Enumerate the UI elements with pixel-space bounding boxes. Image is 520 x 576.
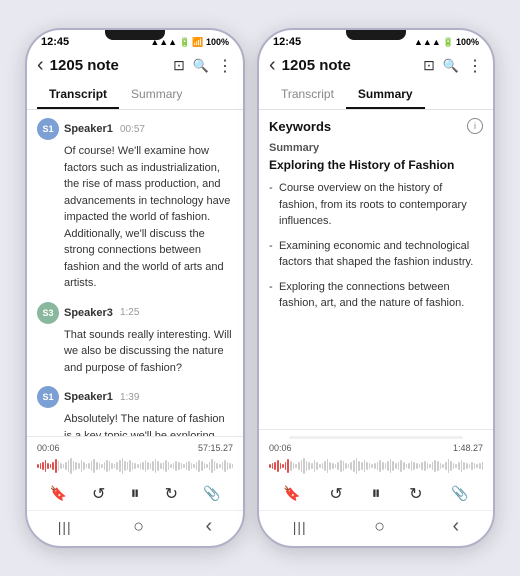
tab-summary-left[interactable]: Summary (119, 81, 194, 109)
entry-3: S1 Speaker1 1:39 Absolutely! The nature … (37, 386, 233, 436)
speech-text-2: That sounds really interesting. Will we … (37, 327, 233, 377)
entry-1: S1 Speaker1 00:57 Of course! We'll exami… (37, 118, 233, 292)
tab-summary-right[interactable]: Summary (346, 81, 425, 109)
speaker-name-2: Speaker3 (64, 307, 113, 319)
time-row-left: 00:06 57:15.27 (37, 443, 233, 453)
forward-btn-left[interactable]: ↻ (165, 484, 178, 504)
more-icon-left[interactable]: ⋮ (217, 56, 233, 76)
rewind-btn-right[interactable]: ↺ (329, 484, 342, 504)
search-icon-right[interactable]: 🔍 (443, 58, 459, 74)
time-row-right: 00:06 1:48.27 (269, 443, 483, 453)
pause-btn-right[interactable]: ⏸ (371, 483, 380, 504)
header-right: ‹ 1205 note ⊡ 🔍 ⋮ (259, 50, 493, 81)
speaker-name-3: Speaker1 (64, 391, 113, 403)
save-btn-right[interactable]: 📎 (451, 485, 468, 502)
nav-back-right[interactable]: ‹ (453, 515, 460, 538)
player-left: 00:06 57:15.27 (function() { const heigh… (27, 436, 243, 510)
tab-transcript-right[interactable]: Transcript (269, 81, 346, 109)
summary-subtitle: Exploring the History of Fashion (269, 158, 483, 172)
speaker-time-3: 1:39 (120, 392, 139, 403)
waveform-right[interactable]: (function() { const heights = [4,6,8,12,… (269, 455, 483, 477)
bullet-1: Course overview on the history of fashio… (269, 180, 483, 230)
nav-menu-left[interactable]: ||| (58, 519, 72, 535)
tab-transcript-left[interactable]: Transcript (37, 81, 119, 109)
phone-right: 12:45 ▲▲▲ 🔋 100% ‹ 1205 note ⊡ 🔍 ⋮ Trans… (257, 28, 495, 548)
nav-home-right[interactable]: ○ (374, 516, 385, 537)
progress-bar-right[interactable] (289, 436, 463, 439)
tabs-left: Transcript Summary (27, 81, 243, 110)
notch-left (105, 30, 165, 40)
player-right: 00:06 1:48.27 (function() { const height… (259, 429, 493, 510)
nav-home-left[interactable]: ○ (133, 516, 144, 537)
keywords-header: Keywords i (269, 118, 483, 134)
nav-menu-right[interactable]: ||| (293, 519, 307, 535)
header-left: ‹ 1205 note ⊡ 🔍 ⋮ (27, 50, 243, 81)
avatar-1: S1 (37, 118, 59, 140)
bullet-list: Course overview on the history of fashio… (269, 180, 483, 312)
nav-back-left[interactable]: ‹ (206, 515, 213, 538)
bookmark-btn-left[interactable]: 🔖 (50, 485, 67, 502)
back-button-left[interactable]: ‹ (37, 54, 44, 77)
speaker-info-1: S1 Speaker1 00:57 (37, 118, 233, 140)
title-left: 1205 note (50, 57, 167, 74)
keywords-title: Keywords (269, 119, 331, 134)
total-time-left: 57:15.27 (198, 443, 233, 453)
info-icon[interactable]: i (467, 118, 483, 134)
rewind-btn-left[interactable]: ↺ (92, 484, 105, 504)
content-left: S1 Speaker1 00:57 Of course! We'll exami… (27, 110, 243, 436)
title-right: 1205 note (282, 57, 417, 74)
forward-btn-right[interactable]: ↻ (409, 484, 422, 504)
speaker-time-1: 00:57 (120, 124, 145, 135)
player-controls-left: 🔖 ↺ ⏸ ↻ 📎 (37, 481, 233, 506)
summary-label: Summary (269, 142, 483, 154)
notch-right (346, 30, 406, 40)
entry-2: S3 Speaker3 1:25 That sounds really inte… (37, 302, 233, 377)
total-time-right: 1:48.27 (453, 443, 483, 453)
player-controls-right: 🔖 ↺ ⏸ ↻ 📎 (269, 481, 483, 506)
bullet-3: Exploring the connections between fashio… (269, 279, 483, 312)
speaker-time-2: 1:25 (120, 307, 139, 318)
current-time-left: 00:06 (37, 443, 60, 453)
bookmark-btn-right[interactable]: 🔖 (283, 485, 300, 502)
tabs-right: Transcript Summary (259, 81, 493, 110)
header-icons-right: ⊡ 🔍 ⋮ (423, 56, 483, 76)
nav-bar-left: ||| ○ ‹ (27, 510, 243, 546)
current-time-right: 00:06 (269, 443, 292, 453)
phone-left: 12:45 ▲▲▲ 🔋 📶 100% ‹ 1205 note ⊡ 🔍 ⋮ Tra… (25, 28, 245, 548)
more-icon-right[interactable]: ⋮ (467, 56, 483, 76)
copy-icon-right[interactable]: ⊡ (423, 57, 435, 74)
save-btn-left[interactable]: 📎 (203, 485, 220, 502)
pause-btn-left[interactable]: ⏸ (131, 483, 140, 504)
time-left: 12:45 (41, 36, 69, 48)
avatar-3: S1 (37, 386, 59, 408)
copy-icon-left[interactable]: ⊡ (173, 57, 185, 74)
speaker-info-2: S3 Speaker3 1:25 (37, 302, 233, 324)
avatar-2: S3 (37, 302, 59, 324)
speech-text-1: Of course! We'll examine how factors suc… (37, 143, 233, 292)
header-icons-left: ⊡ 🔍 ⋮ (173, 56, 233, 76)
search-icon-left[interactable]: 🔍 (193, 58, 209, 74)
speaker-name-1: Speaker1 (64, 123, 113, 135)
speaker-info-3: S1 Speaker1 1:39 (37, 386, 233, 408)
nav-bar-right: ||| ○ ‹ (259, 510, 493, 546)
speech-text-3: Absolutely! The nature of fashion is a k… (37, 411, 233, 436)
content-right: Keywords i Summary Exploring the History… (259, 110, 493, 429)
waveform-left[interactable]: (function() { const heights = [4,6,8,12,… (37, 455, 233, 477)
back-button-right[interactable]: ‹ (269, 54, 276, 77)
time-right: 12:45 (273, 36, 301, 48)
bullet-2: Examining economic and technological fac… (269, 238, 483, 271)
status-icons-right: ▲▲▲ 🔋 100% (414, 37, 479, 48)
